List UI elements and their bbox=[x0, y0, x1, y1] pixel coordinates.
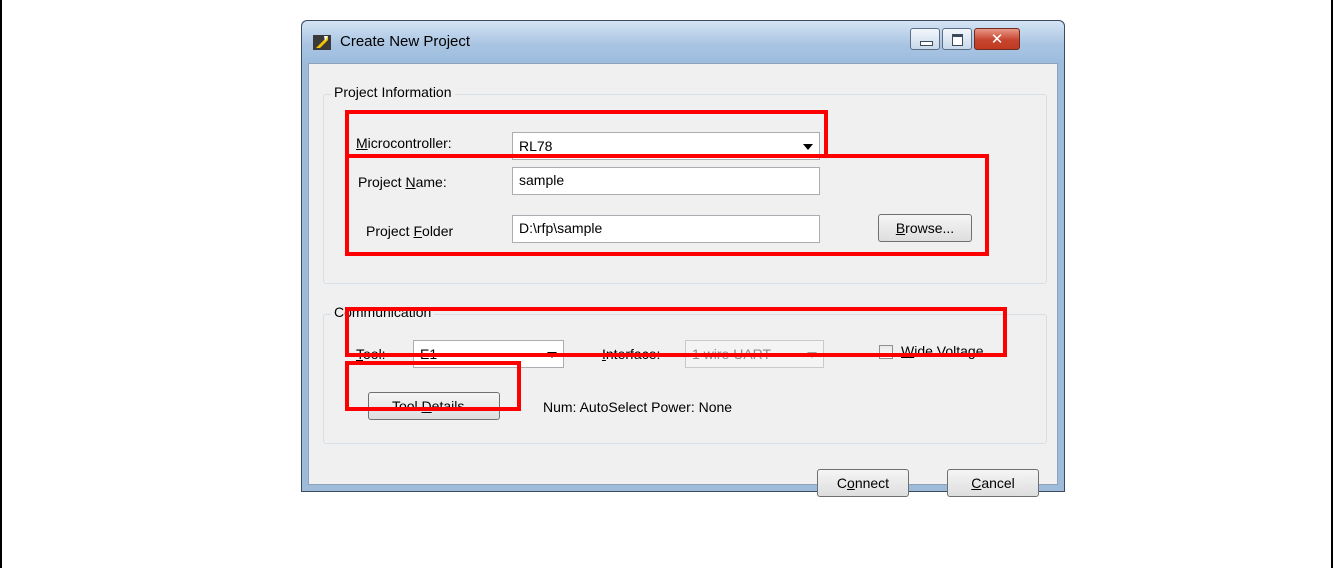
project-folder-input[interactable]: D:\rfp\sample bbox=[512, 215, 820, 243]
project-name-label: Project Name: bbox=[358, 174, 447, 190]
connect-button[interactable]: Connect bbox=[817, 469, 909, 497]
tool-details-button[interactable]: Tool Details... bbox=[368, 392, 500, 420]
tool-value: E1 bbox=[420, 346, 438, 362]
chevron-down-icon bbox=[803, 144, 813, 150]
app-icon bbox=[313, 35, 331, 50]
interface-label: Interface: bbox=[602, 346, 661, 362]
title-bar[interactable]: Create New Project ✕ bbox=[302, 21, 1064, 63]
interface-select[interactable]: 1 wire UART bbox=[685, 340, 824, 368]
page-border-left bbox=[0, 0, 2, 568]
maximize-button[interactable] bbox=[942, 28, 972, 50]
chevron-down-icon bbox=[547, 352, 557, 358]
tool-label: Tool: bbox=[356, 346, 386, 362]
chevron-down-icon bbox=[807, 352, 817, 358]
browse-button[interactable]: Browse... bbox=[878, 214, 972, 242]
close-button[interactable]: ✕ bbox=[974, 28, 1020, 50]
microcontroller-value: RL78 bbox=[519, 138, 553, 154]
window-title: Create New Project bbox=[340, 33, 471, 50]
microcontroller-select[interactable]: RL78 bbox=[512, 132, 820, 160]
communication-title: Communication bbox=[331, 304, 435, 320]
wide-voltage-label[interactable]: Wide Voltage bbox=[901, 343, 984, 359]
project-name-input[interactable]: sample bbox=[512, 167, 820, 195]
minimize-button[interactable] bbox=[910, 28, 940, 50]
create-new-project-dialog: Create New Project ✕ Project Information… bbox=[301, 20, 1065, 497]
tool-status-text: Num: AutoSelect Power: None bbox=[543, 399, 733, 415]
close-icon: ✕ bbox=[990, 30, 1004, 48]
interface-value: 1 wire UART bbox=[692, 346, 772, 362]
microcontroller-label: Microcontroller: bbox=[356, 135, 452, 151]
tool-select[interactable]: E1 bbox=[413, 340, 564, 368]
dialog-body: Project Information Microcontroller: RL7… bbox=[308, 63, 1058, 497]
project-folder-label: Project Folder bbox=[366, 223, 454, 239]
wide-voltage-checkbox[interactable] bbox=[879, 345, 893, 359]
project-information-title: Project Information bbox=[331, 84, 455, 100]
cancel-button[interactable]: Cancel bbox=[947, 469, 1039, 497]
communication-group bbox=[323, 314, 1047, 444]
